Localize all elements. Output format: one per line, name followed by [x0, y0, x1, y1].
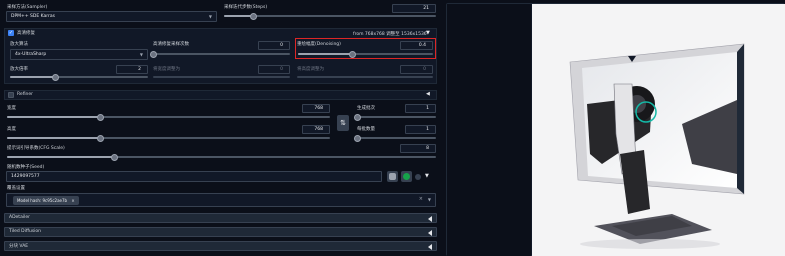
denoising-label: 重绘幅度(Denoising) [297, 42, 341, 47]
upscaler-value: 4x-UltraSharp [15, 52, 47, 57]
expand-icon [428, 216, 432, 222]
hires-steps-slider[interactable] [149, 50, 290, 58]
adetailer-label: ADetailer [9, 215, 30, 220]
denoising-slider[interactable] [298, 50, 433, 58]
denoising-slider-fill [298, 53, 352, 55]
steps-slider[interactable] [224, 12, 436, 20]
cfg-input[interactable]: 8 [400, 144, 436, 153]
width-slider-fill [7, 116, 101, 118]
batch-size-slider-thumb[interactable] [353, 134, 361, 142]
steps-slider-thumb[interactable] [250, 12, 258, 20]
tiled-vae-label: 分块 VAE [9, 244, 29, 249]
extra-seed-expand-icon[interactable]: ▼ [425, 173, 429, 179]
seed-label: 随机数种子(Seed) [7, 165, 45, 170]
upscaler-dropdown[interactable]: 4x-UltraSharp ▼ [10, 49, 148, 60]
hires-fix-label: 高清修复 [17, 31, 35, 36]
chevron-down-icon: ▼ [208, 14, 212, 19]
resize-width-label: 将宽度调整为 [153, 67, 180, 72]
override-settings-field[interactable]: Model hash: 9c95c2ae7b × × ▼ [6, 193, 436, 207]
height-slider[interactable] [7, 134, 330, 142]
expand-icon [428, 244, 432, 250]
batch-size-slider[interactable] [353, 134, 436, 142]
tiled-diffusion-label: Tiled Diffusion [9, 229, 42, 234]
seed-value: 1429097577 [11, 174, 40, 179]
dice-icon [389, 173, 396, 180]
resize-height-label: 将高度调整为 [297, 67, 324, 72]
upscale-by-slider-thumb[interactable] [52, 73, 60, 81]
hires-steps-input[interactable]: 0 [258, 41, 290, 50]
hires-collapse-icon[interactable]: ▼ [426, 30, 430, 36]
override-chip-label: Model hash: 9c95c2ae7b [17, 198, 68, 203]
tiled-vae-accordion[interactable]: 分块 VAE [4, 241, 437, 251]
chip-close-icon[interactable]: × [71, 198, 74, 203]
resize-height-input[interactable]: 0 [400, 65, 433, 74]
sampler-dropdown[interactable]: DPM++ SDE Karras ▼ [6, 11, 217, 22]
batch-size-label: 每批数量 [357, 127, 375, 132]
batch-count-input[interactable]: 1 [405, 104, 436, 113]
batch-count-label: 生成批次 [357, 106, 375, 111]
cfg-label: 提示词引导系数(CFG Scale) [7, 146, 65, 151]
sampler-label: 采样方法(Sampler) [7, 5, 48, 10]
extra-seed-checkbox[interactable] [415, 174, 421, 180]
width-label: 宽度 [7, 106, 16, 111]
upscale-by-label: 放大倍率 [10, 67, 28, 72]
denoising-slider-thumb[interactable] [348, 50, 356, 58]
resize-width-input[interactable]: 0 [258, 65, 290, 74]
cfg-slider-thumb[interactable] [110, 153, 118, 161]
monitor-illustration [569, 43, 745, 249]
width-input[interactable]: 768 [302, 104, 330, 113]
cfg-slider-fill [7, 156, 115, 158]
resize-height-slider[interactable] [297, 76, 433, 78]
expand-icon [428, 230, 432, 236]
height-slider-thumb[interactable] [97, 134, 105, 142]
hires-steps-label: 高清修复采样次数 [153, 42, 189, 47]
generated-image[interactable] [532, 4, 785, 256]
seed-input[interactable]: 1429097577 [6, 171, 382, 182]
reuse-seed-button[interactable] [401, 171, 412, 182]
hires-steps-slider-thumb[interactable] [149, 50, 157, 58]
override-chip[interactable]: Model hash: 9c95c2ae7b × [13, 196, 79, 205]
upscale-by-slider-fill [10, 76, 56, 78]
gallery-dark-area [447, 4, 531, 256]
steps-label: 采样迭代步数(Steps) [224, 5, 268, 10]
adetailer-accordion[interactable]: ADetailer [4, 213, 437, 223]
width-slider[interactable] [7, 113, 330, 121]
sampler-value: DPM++ SDE Karras [11, 14, 55, 19]
override-settings-label: 覆盖设置 [7, 186, 25, 191]
height-label: 高度 [7, 127, 16, 132]
recycle-icon [403, 173, 410, 180]
refiner-checkbox[interactable] [8, 92, 14, 98]
width-slider-thumb[interactable] [97, 113, 105, 121]
upscale-by-input[interactable]: 2 [116, 65, 148, 74]
hires-fix-checkbox[interactable]: ✓ [8, 30, 14, 36]
swap-vertical-icon: ⇅ [340, 119, 346, 127]
tiled-diffusion-accordion[interactable]: Tiled Diffusion [4, 227, 437, 237]
random-seed-button[interactable] [387, 171, 398, 182]
cfg-slider[interactable] [7, 153, 436, 161]
upscaler-label: 放大算法 [10, 42, 28, 47]
denoising-input[interactable]: 0.4 [400, 41, 433, 50]
chevron-down-icon[interactable]: ▼ [428, 197, 431, 202]
upscale-by-slider[interactable] [10, 73, 148, 81]
hires-info-text: from 768x768 调整至 1536x1536 [353, 32, 427, 37]
batch-count-slider[interactable] [353, 113, 436, 121]
refiner-expand-icon[interactable]: ◀ [426, 91, 430, 97]
chevron-down-icon: ▼ [139, 52, 143, 57]
batch-count-slider-thumb[interactable] [353, 113, 361, 121]
refiner-row[interactable] [4, 90, 437, 100]
clear-icon[interactable]: × [419, 196, 423, 202]
batch-size-input[interactable]: 1 [405, 125, 436, 134]
height-input[interactable]: 768 [302, 125, 330, 134]
refiner-label: Refiner [17, 92, 33, 97]
steps-input[interactable]: 21 [392, 4, 436, 13]
swap-dimensions-button[interactable]: ⇅ [337, 115, 349, 131]
height-slider-fill [7, 137, 101, 139]
resize-width-slider[interactable] [153, 76, 290, 78]
